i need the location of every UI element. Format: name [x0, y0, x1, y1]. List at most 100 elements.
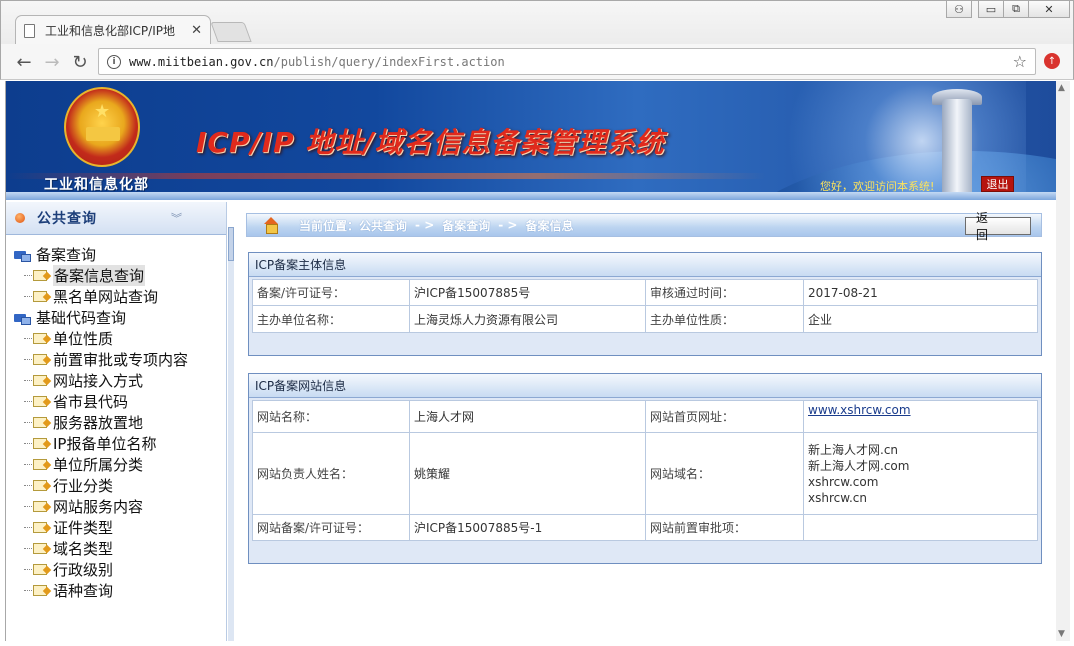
browser-titlebar: 工业和信息化部ICP/IP地 ✕ ⚇ ▭ ⧉ ✕: [0, 0, 1074, 45]
org-type-label: 主办单位性质：: [645, 305, 804, 333]
sidebar-item[interactable]: 网站服务内容: [6, 496, 226, 517]
sidebar-item-label: IP报备单位名称: [53, 435, 157, 453]
domain-item: xshrcw.com: [808, 474, 879, 489]
folder-icon: [14, 312, 31, 325]
query-tree: 备案查询 备案信息查询黑名单网站查询基础代码查询 单位性质 前置审批或专项内容网站接入…: [6, 235, 226, 601]
homepage-cell: www.xshrcw.com: [803, 400, 1038, 433]
tree-connector: [24, 296, 32, 297]
sidebar-item[interactable]: 单位性质: [6, 328, 226, 349]
page-edit-icon: [33, 543, 47, 554]
sidebar-item[interactable]: 行业分类: [6, 475, 226, 496]
user-icon[interactable]: ⚇: [946, 1, 972, 18]
star-icon[interactable]: ☆: [1013, 52, 1027, 71]
page-edit-icon: [33, 459, 47, 470]
folder-icon: [14, 249, 31, 262]
sidebar-item[interactable]: 行政级别: [6, 559, 226, 580]
page-edit-icon: [33, 417, 47, 428]
sidebar-item[interactable]: 网站接入方式: [6, 370, 226, 391]
sidebar-item-label: 网站服务内容: [53, 498, 144, 516]
extension-icon[interactable]: ↑: [1044, 53, 1060, 69]
site-info-table: 网站名称： 上海人才网 网站首页网址： www.xshrcw.com 网站负责人…: [252, 400, 1038, 541]
page-edit-icon: [33, 354, 47, 365]
huabiao-pillar: [942, 99, 972, 199]
tab-title: 工业和信息化部ICP/IP地: [45, 24, 175, 38]
domain-item: xshrcw.cn: [808, 490, 867, 505]
close-icon[interactable]: ✕: [191, 23, 202, 38]
page-edit-icon: [33, 585, 47, 596]
license-label: 备案/许可证号：: [252, 279, 410, 306]
tree-connector: [24, 485, 32, 486]
sidebar-item[interactable]: 备案信息查询: [6, 265, 226, 286]
logout-button[interactable]: 退出: [981, 176, 1014, 192]
maximize-icon[interactable]: ⧉: [1003, 1, 1029, 18]
sidebar-item[interactable]: 前置审批或专项内容: [6, 349, 226, 370]
tree-group[interactable]: 基础代码查询: [6, 307, 226, 328]
breadcrumb-item: 备案信息: [525, 218, 574, 233]
browser-toolbar: ← → ↻ i www.miitbeian.gov.cn/publish/que…: [0, 44, 1074, 80]
sidebar-item[interactable]: 域名类型: [6, 538, 226, 559]
window-close-icon[interactable]: ✕: [1028, 1, 1070, 18]
breadcrumb-item: 备案查询: [442, 218, 491, 233]
minimize-icon[interactable]: ▭: [978, 1, 1004, 18]
sidebar-item-label: 网站接入方式: [53, 372, 144, 390]
sidebar-item-label: 单位性质: [53, 330, 114, 348]
breadcrumb: 当前位置：公共查询 - > 备案查询 - > 备案信息 返 回: [246, 211, 1042, 242]
page-edit-icon: [33, 501, 47, 512]
tree-connector: [24, 338, 32, 339]
browser-tab[interactable]: 工业和信息化部ICP/IP地 ✕: [15, 15, 211, 45]
back-button[interactable]: 返 回: [965, 211, 1031, 242]
sidebar-item-label: 黑名单网站查询: [53, 288, 159, 306]
tree-connector: [24, 422, 32, 423]
homepage-link[interactable]: www.xshrcw.com: [808, 403, 911, 417]
page-scrollbar[interactable]: ▲ ▼: [1056, 81, 1070, 641]
sidebar-header[interactable]: 公共查询 ︾: [6, 202, 226, 235]
tree-connector: [24, 401, 32, 402]
license-value: 沪ICP备15007885号: [409, 279, 646, 306]
forward-icon[interactable]: →: [41, 51, 63, 73]
sidebar-item[interactable]: 黑名单网站查询: [6, 286, 226, 307]
new-tab-button[interactable]: [210, 22, 252, 42]
scroll-down-icon[interactable]: ▼: [1058, 629, 1065, 639]
back-icon[interactable]: ←: [13, 51, 35, 73]
tree-group[interactable]: 备案查询: [6, 244, 226, 265]
home-icon: [263, 217, 279, 234]
tree-connector: [24, 590, 32, 591]
address-bar[interactable]: i www.miitbeian.gov.cn/publish/query/ind…: [98, 48, 1036, 75]
table-row: 网站名称： 上海人才网 网站首页网址： www.xshrcw.com: [252, 400, 1038, 433]
panel-title: ICP备案网站信息: [249, 374, 1041, 398]
sidebar-item[interactable]: 证件类型: [6, 517, 226, 538]
tree-connector: [24, 443, 32, 444]
reload-icon[interactable]: ↻: [69, 51, 91, 73]
tree-connector: [24, 464, 32, 465]
tree-connector: [24, 506, 32, 507]
subject-info-panel: ICP备案主体信息 备案/许可证号： 沪ICP备15007885号 审核通过时间…: [248, 252, 1042, 356]
ministry-name: 工业和信息化部: [44, 177, 149, 193]
site-license-value: 沪ICP备15007885号-1: [409, 514, 646, 541]
site-name-value: 上海人才网: [409, 400, 646, 433]
page-edit-icon: [33, 438, 47, 449]
info-icon[interactable]: i: [107, 54, 121, 69]
page-edit-icon: [33, 333, 47, 344]
sidebar-item[interactable]: 省市县代码: [6, 391, 226, 412]
sidebar-item-label: 省市县代码: [53, 393, 129, 411]
page-edit-icon: [33, 564, 47, 575]
tree-group-label: 基础代码查询: [36, 309, 127, 327]
sidebar-item[interactable]: 服务器放置地: [6, 412, 226, 433]
main-content: 当前位置：公共查询 - > 备案查询 - > 备案信息 返 回 ICP备案主体信…: [234, 202, 1056, 641]
preapproval-label: 网站前置审批项：: [645, 514, 804, 541]
page-edit-icon: [33, 396, 47, 407]
table-row: 主办单位名称： 上海灵烁人力资源有限公司 主办单位性质： 企业: [252, 305, 1038, 333]
sidebar-item[interactable]: 语种查询: [6, 580, 226, 601]
site-name-label: 网站名称：: [252, 400, 410, 433]
scroll-up-icon[interactable]: ▲: [1058, 83, 1065, 93]
homepage-label: 网站首页网址：: [645, 400, 804, 433]
org-name-value: 上海灵烁人力资源有限公司: [409, 305, 646, 333]
collapse-chevron-icon[interactable]: ︾: [171, 210, 182, 226]
domain-list: 新上海人才网.cn 新上海人才网.com xshrcw.com xshrcw.c…: [803, 432, 1038, 515]
approve-time-label: 审核通过时间：: [645, 279, 804, 306]
tree-group-label: 备案查询: [36, 246, 97, 264]
sidebar-item[interactable]: IP报备单位名称: [6, 433, 226, 454]
sidebar-item[interactable]: 单位所属分类: [6, 454, 226, 475]
sidebar-title: 公共查询: [37, 211, 97, 227]
url-text: www.miitbeian.gov.cn/publish/query/index…: [129, 54, 505, 69]
